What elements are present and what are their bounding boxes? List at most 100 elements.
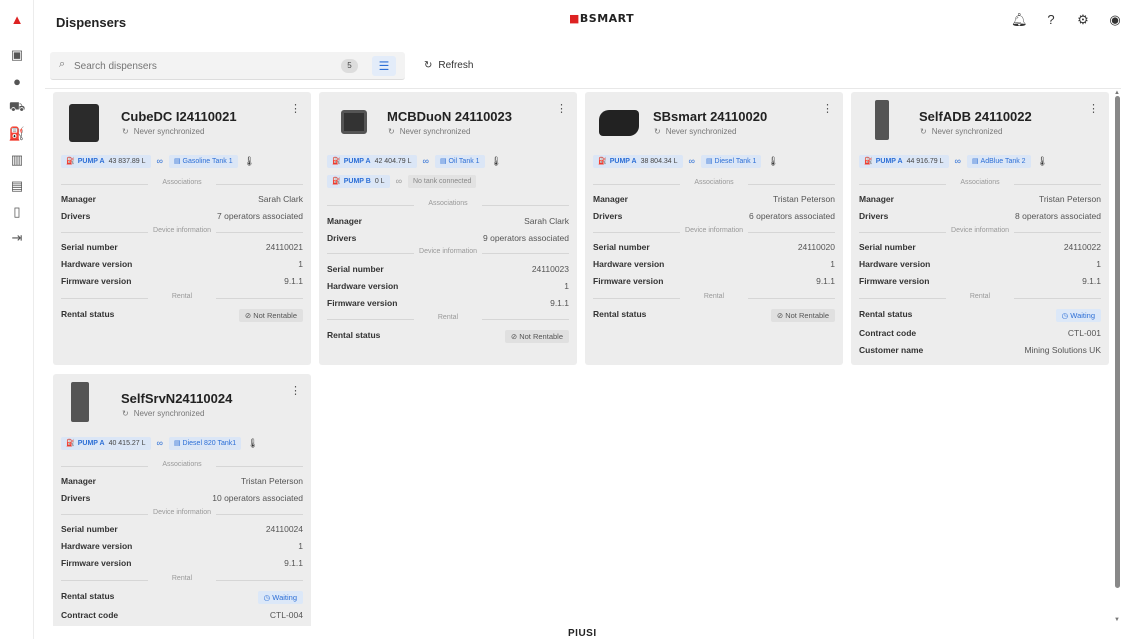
rental-status-badge: ⊘ Not Rentable [238, 309, 303, 322]
more-menu-icon[interactable]: ⋮ [556, 102, 567, 115]
pump-icon[interactable]: ⛽ [8, 125, 26, 143]
drivers-row: Drivers 9 operators associated [327, 233, 569, 243]
dispenser-card[interactable]: ⋮ SBsmart 24110020 ↻ Never synchronized ⛽… [585, 92, 843, 365]
scroll-down-arrow[interactable]: ▼ [1114, 617, 1120, 623]
hardware-row: Hardware version 1 [859, 259, 1101, 269]
tank-icon: ▤ [971, 158, 979, 165]
dispenser-name: CubeDC I24110021 [121, 109, 237, 124]
rental-status-row: Rental status ◷ Waiting [859, 309, 1101, 322]
manager-row: Manager Sarah Clark [327, 216, 569, 226]
more-menu-icon[interactable]: ⋮ [290, 384, 301, 397]
tank-chip[interactable]: ▤ Gasoline Tank 1 [168, 154, 238, 168]
scrollbar[interactable] [1115, 96, 1120, 588]
brand-icon[interactable]: ▲ [8, 10, 26, 28]
section-device-info: Device information [61, 227, 304, 234]
dispenser-card[interactable]: ⋮ SelfSrvN24110024 ↻ Never synchronized ⛽… [53, 374, 311, 626]
section-device-info: Device information [327, 248, 570, 255]
account-icon[interactable]: ◉ [1107, 12, 1123, 28]
rental-status-row: Rental status ⊘ Not Rentable [327, 330, 569, 343]
drivers-row: Drivers 8 operators associated [859, 211, 1101, 221]
dispenser-image [599, 110, 639, 136]
map-icon[interactable]: ▯ [8, 203, 26, 221]
tank-chip[interactable]: ▤ AdBlue Tank 2 [966, 154, 1031, 168]
manager-row: Manager Tristan Peterson [859, 194, 1101, 204]
link-icon: ∞ [688, 156, 695, 166]
dispenser-station-icon[interactable]: ▣ [8, 46, 26, 64]
manager-row: Manager Tristan Peterson [593, 194, 835, 204]
bsmart-logo: ■BSMART [569, 12, 635, 25]
dispenser-card[interactable]: ⋮ MCBDuoN 24110023 ↻ Never synchronized ⛽… [319, 92, 577, 365]
dispenser-name: SelfSrvN24110024 [121, 391, 233, 406]
tank-icon: ▤ [439, 158, 447, 165]
pump-chip[interactable]: ⛽ PUMP A 40 415.27 L [61, 436, 151, 450]
hardware-row: Hardware version 1 [327, 281, 569, 291]
pump-chip[interactable]: ⛽ PUMP A 38 804.34 L [593, 154, 683, 168]
rental-status-badge: ◷ Waiting [257, 591, 303, 604]
more-menu-icon[interactable]: ⋮ [1088, 102, 1099, 115]
refresh-button[interactable]: ↻ Refresh [424, 60, 473, 71]
manager-row: Manager Sarah Clark [61, 194, 303, 204]
bar-chart-icon[interactable]: ▥ [8, 151, 26, 169]
pump-chip[interactable]: ⛽ PUMP A 44 916.79 L [859, 154, 949, 168]
help-icon[interactable]: ? [1043, 12, 1059, 28]
filter-button[interactable]: ☰ [372, 56, 396, 76]
thermometer-icon: 🌡︎ [490, 155, 502, 166]
unlink-icon: ∞ [395, 176, 402, 186]
search-input[interactable] [74, 56, 324, 76]
sync-icon: ↻ [920, 127, 927, 136]
tank-icon: ▤ [173, 158, 181, 165]
thermometer-icon: 🌡︎ [247, 437, 259, 448]
tank-icon[interactable]: ▤ [8, 177, 26, 195]
sync-status: ↻ Never synchronized [122, 409, 205, 418]
section-device-info: Device information [859, 227, 1102, 234]
pump-chip[interactable]: ⛽ PUMP A 43 837.89 L [61, 154, 151, 168]
user-icon[interactable]: ● [8, 72, 26, 90]
serial-row: Serial number 24110022 [859, 242, 1101, 252]
firmware-row: Firmware version 9.1.1 [593, 276, 835, 286]
more-menu-icon[interactable]: ⋮ [290, 102, 301, 115]
tank-chip[interactable]: ▤ Oil Tank 1 [434, 154, 485, 168]
thermometer-icon: 🌡︎ [1036, 155, 1048, 166]
pump-icon: ⛽ [332, 158, 341, 165]
more-menu-icon[interactable]: ⋮ [822, 102, 833, 115]
sync-icon: ↻ [122, 127, 129, 136]
sync-icon: ↻ [388, 127, 395, 136]
pump-icon: ⛽ [864, 158, 873, 165]
pump-icon: ⛽ [66, 158, 75, 165]
hardware-row: Hardware version 1 [593, 259, 835, 269]
logout-icon[interactable]: ⇥ [8, 229, 26, 247]
section-associations: Associations [327, 200, 570, 207]
dispenser-card[interactable]: ⋮ CubeDC I24110021 ↻ Never synchronized ⛽… [53, 92, 311, 365]
tank-chip[interactable]: ▤ Diesel 820 Tank1 [168, 436, 242, 450]
search-bar: ⌕ 5 ☰ [50, 52, 405, 80]
drivers-row: Drivers 7 operators associated [61, 211, 303, 221]
settings-icon[interactable]: ⚙ [1075, 12, 1091, 28]
refresh-icon: ↻ [424, 60, 433, 71]
pump-chip[interactable]: ⛽ PUMP B0 L [327, 174, 390, 188]
pump-chip[interactable]: ⛽ PUMP A 42 404.79 L [327, 154, 417, 168]
rental-status-row: Rental status ⊘ Not Rentable [593, 309, 835, 322]
section-associations: Associations [593, 179, 836, 186]
dispenser-card[interactable]: ⋮ SelfADB 24110022 ↻ Never synchronized ⛽… [851, 92, 1109, 365]
serial-row: Serial number 24110021 [61, 242, 303, 252]
link-icon: ∞ [422, 156, 429, 166]
pump-row: ⛽ PUMP A 42 404.79 L ∞ ▤ Oil Tank 1 🌡︎ [327, 154, 502, 168]
firmware-row: Firmware version 9.1.1 [859, 276, 1101, 286]
link-icon: ∞ [156, 156, 163, 166]
section-device-info: Device information [61, 509, 304, 516]
sync-status: ↻ Never synchronized [654, 127, 737, 136]
section-associations: Associations [859, 179, 1102, 186]
page-title: Dispensers [56, 15, 127, 30]
tank-icon: ▤ [705, 158, 713, 165]
section-device-info: Device information [593, 227, 836, 234]
manager-row: Manager Tristan Peterson [61, 476, 303, 486]
tank-chip[interactable]: ▤ Diesel Tank 1 [700, 154, 762, 168]
no-tank-chip: No tank connected [407, 174, 477, 188]
pump-icon: ⛽ [66, 440, 75, 447]
section-rental: Rental [859, 293, 1102, 300]
truck-icon[interactable]: ⛟ [8, 99, 26, 117]
pump-row: ⛽ PUMP A 38 804.34 L ∞ ▤ Diesel Tank 1 🌡︎ [593, 154, 779, 168]
dispenser-name: SelfADB 24110022 [919, 109, 1032, 124]
bell-icon[interactable]: 🔔︎ [1011, 12, 1028, 28]
serial-row: Serial number 24110020 [593, 242, 835, 252]
